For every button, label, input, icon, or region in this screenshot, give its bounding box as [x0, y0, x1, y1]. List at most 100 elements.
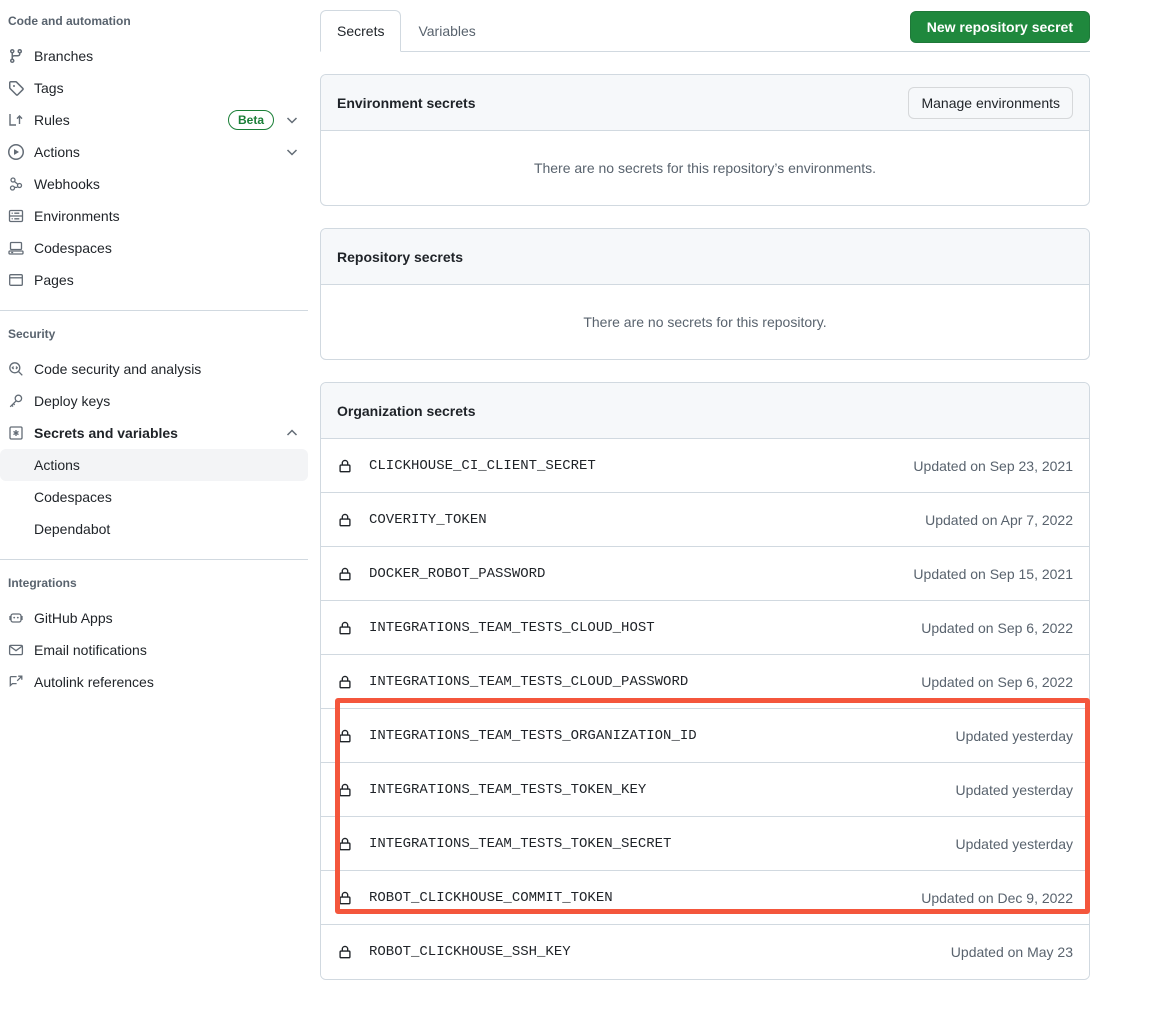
- secret-name: DOCKER_ROBOT_PASSWORD: [369, 566, 913, 582]
- repository-secrets-panel: Repository secrets There are no secrets …: [320, 228, 1090, 360]
- sidebar-item-secrets-and-variables[interactable]: Secrets and variables: [0, 417, 308, 449]
- lock-icon: [337, 782, 353, 798]
- secret-name: INTEGRATIONS_TEAM_TESTS_TOKEN_SECRET: [369, 836, 955, 852]
- browser-icon: [8, 272, 24, 288]
- repository-secrets-title: Repository secrets: [337, 249, 463, 265]
- sidebar-item-autolink-references[interactable]: Autolink references: [0, 666, 308, 698]
- secret-row[interactable]: COVERITY_TOKENUpdated on Apr 7, 2022: [321, 493, 1089, 547]
- sidebar-subitem-dependabot[interactable]: Dependabot: [0, 513, 308, 545]
- sidebar-item-label: Autolink references: [34, 672, 300, 692]
- lock-icon: [337, 566, 353, 582]
- main-content: Secrets Variables New repository secret …: [308, 0, 1154, 980]
- tab-variables[interactable]: Variables: [401, 10, 492, 52]
- secret-row[interactable]: INTEGRATIONS_TEAM_TESTS_CLOUD_PASSWORDUp…: [321, 655, 1089, 709]
- sidebar-item-deploy-keys[interactable]: Deploy keys: [0, 385, 308, 417]
- sidebar-item-github-apps[interactable]: GitHub Apps: [0, 602, 308, 634]
- sidebar-subitem-label: Actions: [34, 457, 80, 473]
- webhook-icon: [8, 176, 24, 192]
- server-icon: [8, 208, 24, 224]
- play-circle-icon: [8, 144, 24, 160]
- secret-name: INTEGRATIONS_TEAM_TESTS_CLOUD_PASSWORD: [369, 674, 921, 690]
- chevron-down-icon[interactable]: [284, 112, 300, 128]
- environment-secrets-header: Environment secrets Manage environments: [321, 75, 1089, 131]
- sidebar-section-title-integrations: Integrations: [0, 574, 308, 592]
- secret-updated-timestamp: Updated yesterday: [955, 836, 1073, 852]
- secret-row[interactable]: INTEGRATIONS_TEAM_TESTS_TOKEN_KEYUpdated…: [321, 763, 1089, 817]
- sidebar-item-label: Actions: [34, 142, 284, 162]
- sidebar-item-code-security-and-analysis[interactable]: Code security and analysis: [0, 353, 308, 385]
- secret-name: CLICKHOUSE_CI_CLIENT_SECRET: [369, 458, 913, 474]
- new-repository-secret-button[interactable]: New repository secret: [910, 11, 1090, 43]
- secret-updated-timestamp: Updated on Sep 15, 2021: [913, 566, 1073, 582]
- sidebar-item-label: Environments: [34, 206, 300, 226]
- secret-name: ROBOT_CLICKHOUSE_COMMIT_TOKEN: [369, 890, 921, 906]
- beta-badge: Beta: [228, 110, 274, 130]
- sidebar-item-label: GitHub Apps: [34, 608, 300, 628]
- sidebar-section-title-security: Security: [0, 325, 308, 343]
- sidebar-subitem-actions[interactable]: Actions: [0, 449, 308, 481]
- tag-icon: [8, 80, 24, 96]
- settings-sidebar: Code and automation Branches Tags Rules …: [0, 0, 308, 698]
- sidebar-item-label: Secrets and variables: [34, 423, 284, 443]
- sidebar-subitem-codespaces[interactable]: Codespaces: [0, 481, 308, 513]
- repository-secrets-header: Repository secrets: [321, 229, 1089, 285]
- sidebar-item-email-notifications[interactable]: Email notifications: [0, 634, 308, 666]
- environment-secrets-empty-message: There are no secrets for this repository…: [321, 131, 1089, 205]
- secret-name: INTEGRATIONS_TEAM_TESTS_TOKEN_KEY: [369, 782, 955, 798]
- secret-row[interactable]: INTEGRATIONS_TEAM_TESTS_TOKEN_SECRETUpda…: [321, 817, 1089, 871]
- sidebar-item-pages[interactable]: Pages: [0, 264, 308, 296]
- sidebar-item-webhooks[interactable]: Webhooks: [0, 168, 308, 200]
- chevron-up-icon[interactable]: [284, 425, 300, 441]
- secret-row[interactable]: INTEGRATIONS_TEAM_TESTS_ORGANIZATION_IDU…: [321, 709, 1089, 763]
- environment-secrets-panel: Environment secrets Manage environments …: [320, 74, 1090, 206]
- lock-icon: [337, 728, 353, 744]
- secret-row[interactable]: ROBOT_CLICKHOUSE_SSH_KEYUpdated on May 2…: [321, 925, 1089, 979]
- secret-row[interactable]: DOCKER_ROBOT_PASSWORDUpdated on Sep 15, …: [321, 547, 1089, 601]
- lock-icon: [337, 458, 353, 474]
- secret-name: COVERITY_TOKEN: [369, 512, 925, 528]
- secret-name: ROBOT_CLICKHOUSE_SSH_KEY: [369, 944, 951, 960]
- sidebar-item-environments[interactable]: Environments: [0, 200, 308, 232]
- chevron-down-icon[interactable]: [284, 144, 300, 160]
- secret-updated-timestamp: Updated yesterday: [955, 728, 1073, 744]
- sidebar-item-tags[interactable]: Tags: [0, 72, 308, 104]
- github-apps-icon: [8, 610, 24, 626]
- organization-secrets-title: Organization secrets: [337, 403, 476, 419]
- secret-name: INTEGRATIONS_TEAM_TESTS_CLOUD_HOST: [369, 620, 921, 636]
- sidebar-item-rules[interactable]: Rules Beta: [0, 104, 308, 136]
- sidebar-item-label: Codespaces: [34, 238, 300, 258]
- sidebar-item-label: Tags: [34, 78, 300, 98]
- rules-icon: [8, 112, 24, 128]
- sidebar-item-branches[interactable]: Branches: [0, 40, 308, 72]
- sidebar-item-actions[interactable]: Actions: [0, 136, 308, 168]
- sidebar-item-label: Email notifications: [34, 640, 300, 660]
- mail-icon: [8, 642, 24, 658]
- lock-icon: [337, 836, 353, 852]
- secret-updated-timestamp: Updated on Dec 9, 2022: [921, 890, 1073, 906]
- sidebar-item-label: Deploy keys: [34, 391, 300, 411]
- secrets-variables-tabbar: Secrets Variables New repository secret: [320, 0, 1090, 52]
- secret-name: INTEGRATIONS_TEAM_TESTS_ORGANIZATION_ID: [369, 728, 955, 744]
- secret-updated-timestamp: Updated on Sep 6, 2022: [921, 674, 1073, 690]
- secret-updated-timestamp: Updated on May 23: [951, 944, 1073, 960]
- sidebar-item-label: Webhooks: [34, 174, 300, 194]
- sidebar-section-title-code-and-automation: Code and automation: [0, 12, 308, 30]
- sidebar-item-label: Pages: [34, 270, 300, 290]
- secret-row[interactable]: ROBOT_CLICKHOUSE_COMMIT_TOKENUpdated on …: [321, 871, 1089, 925]
- sidebar-divider-2: [0, 559, 308, 560]
- secret-row[interactable]: INTEGRATIONS_TEAM_TESTS_CLOUD_HOSTUpdate…: [321, 601, 1089, 655]
- sidebar-item-label: Rules: [34, 110, 228, 130]
- link-external-icon: [8, 674, 24, 690]
- sidebar-item-label: Code security and analysis: [34, 359, 300, 379]
- manage-environments-button[interactable]: Manage environments: [908, 87, 1073, 119]
- secret-updated-timestamp: Updated on Sep 23, 2021: [913, 458, 1073, 474]
- tab-secrets[interactable]: Secrets: [320, 10, 401, 52]
- sidebar-item-codespaces[interactable]: Codespaces: [0, 232, 308, 264]
- git-branch-icon: [8, 48, 24, 64]
- organization-secrets-list: CLICKHOUSE_CI_CLIENT_SECRETUpdated on Se…: [321, 439, 1089, 979]
- secret-row[interactable]: CLICKHOUSE_CI_CLIENT_SECRETUpdated on Se…: [321, 439, 1089, 493]
- sidebar-divider-1: [0, 310, 308, 311]
- key-icon: [8, 393, 24, 409]
- repository-secrets-empty-message: There are no secrets for this repository…: [321, 285, 1089, 359]
- asterisk-box-icon: [8, 425, 24, 441]
